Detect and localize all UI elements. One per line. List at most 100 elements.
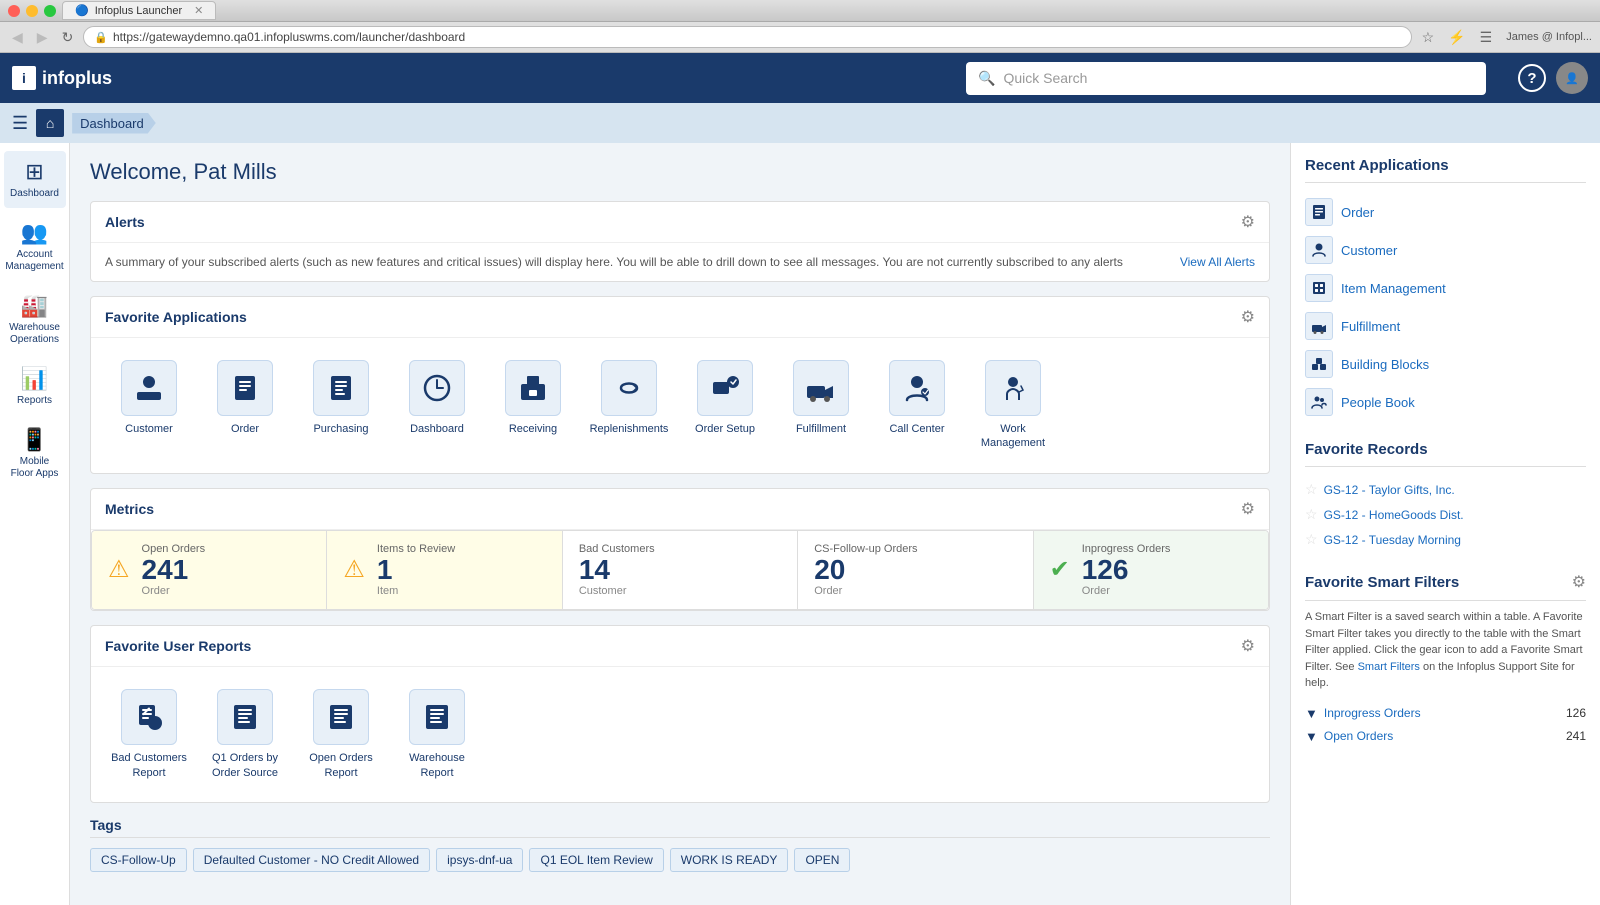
recent-app-icon-customer	[1305, 236, 1333, 264]
alerts-gear-icon[interactable]: ⚙	[1241, 212, 1255, 232]
metric-inprogress-orders[interactable]: ✔ Inprogress Orders 126 Order	[1034, 531, 1268, 610]
filter-link-open-orders: Open Orders	[1324, 729, 1393, 743]
help-button[interactable]: ?	[1518, 64, 1546, 92]
favorite-apps-gear-icon[interactable]: ⚙	[1241, 307, 1255, 327]
sidebar-item-dashboard[interactable]: ⊞ Dashboard	[4, 151, 66, 208]
recent-app-fulfillment[interactable]: Fulfillment	[1305, 307, 1586, 345]
app-item-order[interactable]: Order	[201, 350, 289, 461]
app-item-work-management[interactable]: Work Management	[969, 350, 1057, 461]
smart-filters-link[interactable]: Smart Filters	[1358, 661, 1420, 673]
smart-filter-inprogress[interactable]: ▼ Inprogress Orders 126	[1305, 702, 1586, 725]
recent-app-icon-fulfillment	[1305, 312, 1333, 340]
mac-close-button[interactable]	[8, 5, 20, 17]
metric-sublabel-items: Item	[377, 585, 455, 597]
recent-app-building-blocks[interactable]: Building Blocks	[1305, 345, 1586, 383]
report-warehouse[interactable]: Warehouse Report	[393, 679, 481, 790]
star-icon-taylor: ☆	[1305, 481, 1318, 498]
favorite-reports-gear-icon[interactable]: ⚙	[1241, 636, 1255, 656]
tag-defaulted-customer[interactable]: Defaulted Customer - NO Credit Allowed	[193, 848, 430, 872]
recent-apps-section: Recent Applications Order Customer Item …	[1305, 157, 1586, 421]
top-nav-icons: ? 👤	[1518, 62, 1588, 94]
metric-label-open-orders: Open Orders	[142, 543, 206, 555]
tag-ipsys[interactable]: ipsys-dnf-ua	[436, 848, 523, 872]
view-all-alerts-link[interactable]: View All Alerts	[1180, 255, 1255, 269]
sidebar-item-warehouse-operations[interactable]: 🏭 Warehouse Operations	[4, 285, 66, 354]
filter-left-open-orders: ▼ Open Orders	[1305, 729, 1393, 744]
app-item-replenishments[interactable]: Replenishments	[585, 350, 673, 461]
alerts-title: Alerts	[105, 214, 145, 230]
breadcrumb-dashboard[interactable]: Dashboard	[72, 113, 156, 134]
address-bar[interactable]: 🔒 https://gatewaydemno.qa01.infopluswms.…	[83, 26, 1411, 48]
logo-area[interactable]: i infoplus	[12, 66, 112, 90]
success-icon: ✔	[1050, 555, 1070, 584]
menu-button[interactable]: ☰	[1476, 27, 1497, 48]
tag-cs-followup[interactable]: CS-Follow-Up	[90, 848, 187, 872]
smart-filter-open-orders[interactable]: ▼ Open Orders 241	[1305, 725, 1586, 748]
favorite-reports-title: Favorite User Reports	[105, 638, 251, 654]
filter-left-inprogress: ▼ Inprogress Orders	[1305, 706, 1421, 721]
report-open-orders[interactable]: Open Orders Report	[297, 679, 385, 790]
mac-titlebar: 🔵 Infoplus Launcher ✕	[0, 0, 1600, 22]
home-button[interactable]: ⌂	[36, 109, 64, 137]
app-item-order-setup[interactable]: Order Setup	[681, 350, 769, 461]
recent-app-order[interactable]: Order	[1305, 193, 1586, 231]
metric-open-orders[interactable]: ⚠ Open Orders 241 Order	[92, 531, 327, 610]
alerts-section: Alerts ⚙ A summary of your subscribed al…	[90, 201, 1270, 282]
tag-q1-eol[interactable]: Q1 EOL Item Review	[529, 848, 663, 872]
filter-count-inprogress: 126	[1566, 706, 1586, 720]
main-layout: ⊞ Dashboard 👥 Account Management 🏭 Wareh…	[0, 143, 1600, 905]
recent-app-people-book[interactable]: People Book	[1305, 383, 1586, 421]
smart-filters-gear-icon[interactable]: ⚙	[1572, 572, 1586, 592]
recent-app-item-management[interactable]: Item Management	[1305, 269, 1586, 307]
metric-value-bad-customers: 14	[579, 555, 655, 586]
app-item-fulfillment[interactable]: Fulfillment	[777, 350, 865, 461]
report-bad-customers[interactable]: Bad Customers Report	[105, 679, 193, 790]
sidebar-item-reports[interactable]: 📊 Reports	[4, 358, 66, 415]
fav-record-link-taylor: GS-12 - Taylor Gifts, Inc.	[1324, 483, 1455, 497]
metric-value-inprogress: 126	[1082, 555, 1171, 586]
search-placeholder: Quick Search	[1003, 70, 1087, 86]
metrics-gear-icon[interactable]: ⚙	[1241, 499, 1255, 519]
browser-tab[interactable]: 🔵 Infoplus Launcher ✕	[62, 1, 216, 20]
tag-open[interactable]: OPEN	[794, 848, 850, 872]
reload-button[interactable]: ↻	[58, 27, 78, 48]
report-q1-orders[interactable]: Q1 Orders by Order Source	[201, 679, 289, 790]
star-icon-homegoods: ☆	[1305, 506, 1318, 523]
sidebar-item-account-management[interactable]: 👥 Account Management	[4, 212, 66, 281]
metric-cs-followup[interactable]: CS-Follow-up Orders 20 Order	[798, 531, 1033, 610]
fav-record-homegoods[interactable]: ☆ GS-12 - HomeGoods Dist.	[1305, 502, 1586, 527]
app-item-call-center[interactable]: Call Center	[873, 350, 961, 461]
bookmark-button[interactable]: ☆	[1418, 27, 1439, 48]
recent-app-label-building-blocks: Building Blocks	[1341, 357, 1429, 372]
metric-bad-customers[interactable]: Bad Customers 14 Customer	[563, 531, 798, 610]
app-item-customer[interactable]: Customer	[105, 350, 193, 461]
back-button[interactable]: ◀	[8, 27, 27, 48]
user-avatar[interactable]: 👤	[1556, 62, 1588, 94]
forward-button[interactable]: ▶	[33, 27, 52, 48]
metric-label-inprogress: Inprogress Orders	[1082, 543, 1171, 555]
fav-record-tuesday[interactable]: ☆ GS-12 - Tuesday Morning	[1305, 527, 1586, 552]
search-bar[interactable]: 🔍 Quick Search	[966, 62, 1486, 95]
tag-work-is-ready[interactable]: WORK IS READY	[670, 848, 789, 872]
tags-title: Tags	[90, 817, 1270, 838]
app-item-dashboard-fav[interactable]: Dashboard	[393, 350, 481, 461]
metric-items-to-review[interactable]: ⚠ Items to Review 1 Item	[327, 531, 562, 610]
user-label: James @ Infopl...	[1506, 31, 1592, 43]
app-item-purchasing[interactable]: Purchasing	[297, 350, 385, 461]
mac-min-button[interactable]	[26, 5, 38, 17]
app-item-receiving[interactable]: Receiving	[489, 350, 577, 461]
sidebar-item-mobile-floor-apps[interactable]: 📱 Mobile Floor Apps	[4, 419, 66, 488]
mac-max-button[interactable]	[44, 5, 56, 17]
metric-label-bad-customers: Bad Customers	[579, 543, 655, 555]
sidebar-label-dashboard: Dashboard	[10, 188, 59, 200]
tab-close-icon[interactable]: ✕	[194, 4, 203, 17]
extensions-button[interactable]: ⚡	[1444, 27, 1469, 48]
breadcrumb-label: Dashboard	[80, 116, 144, 131]
hamburger-button[interactable]: ☰	[12, 113, 28, 134]
recent-app-customer[interactable]: Customer	[1305, 231, 1586, 269]
warehouse-icon: 🏭	[21, 293, 48, 319]
fav-record-taylor[interactable]: ☆ GS-12 - Taylor Gifts, Inc.	[1305, 477, 1586, 502]
report-label-warehouse: Warehouse Report	[399, 751, 475, 780]
recent-app-icon-building-blocks	[1305, 350, 1333, 378]
browser-chrome: ◀ ▶ ↻ 🔒 https://gatewaydemno.qa01.infopl…	[0, 22, 1600, 53]
